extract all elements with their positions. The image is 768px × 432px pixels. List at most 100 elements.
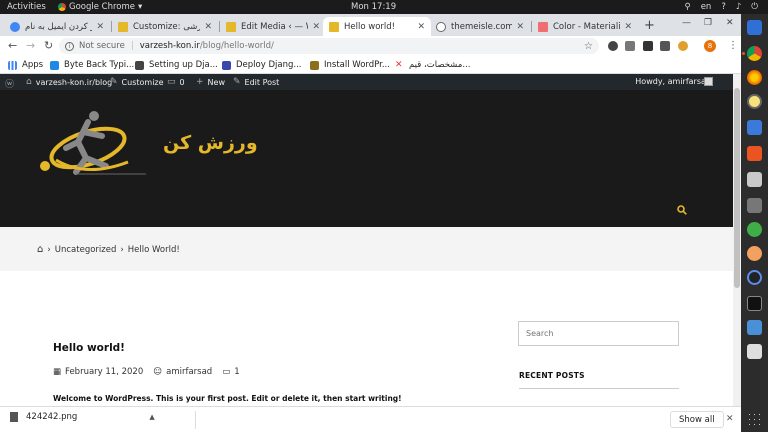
cloud-icon[interactable]: [625, 41, 635, 51]
calendar-icon[interactable]: [747, 172, 762, 187]
thunderbird-icon[interactable]: [747, 20, 762, 35]
sidebar-search-input[interactable]: [518, 321, 679, 346]
pencil-icon: ✎: [233, 77, 241, 87]
bookmark-label: Setting up Dja...: [149, 60, 218, 70]
breadcrumb-current: Hello World!: [127, 244, 180, 255]
tab-title: Color - Materialize: [553, 21, 621, 32]
divider: [519, 388, 679, 389]
document-icon[interactable]: [747, 120, 762, 135]
new-tab-button[interactable]: +: [644, 18, 655, 33]
forward-button[interactable]: →: [26, 39, 35, 52]
site-logo-runner[interactable]: [36, 108, 148, 180]
url-host: varzesh-kon.ir: [139, 41, 200, 51]
page-scrollbar[interactable]: [733, 74, 741, 406]
system-tray[interactable]: ⚲ en ? ♪ ⏻: [684, 2, 758, 12]
firefox-icon[interactable]: [747, 70, 762, 85]
extension-icon[interactable]: [643, 41, 653, 51]
tab-5[interactable]: Color - Materialize ✕: [532, 17, 638, 36]
bookmark-label: Apps: [22, 60, 44, 70]
breadcrumb-category[interactable]: Uncategorized: [55, 245, 117, 255]
app-icon[interactable]: [747, 222, 762, 237]
close-icon[interactable]: ✕: [624, 22, 632, 32]
plus-icon: +: [196, 77, 204, 87]
admin-site-link[interactable]: ⌂ varzesh-kon.ir/blog: [26, 77, 112, 87]
close-icon[interactable]: ✕: [204, 22, 212, 32]
clock[interactable]: Mon 17:19: [351, 2, 396, 12]
tab-1[interactable]: Customize: ورزشی ✕: [112, 17, 218, 36]
software-center-icon[interactable]: [747, 146, 762, 161]
bookmark-favicon-icon: [50, 60, 59, 70]
bookmark-install-wordpress[interactable]: Install WordPr...: [310, 58, 390, 72]
help-icon: ?: [721, 2, 726, 12]
avatar[interactable]: [704, 77, 713, 86]
wordpress-logo-icon[interactable]: ⓦ: [5, 77, 14, 90]
speaker-icon[interactable]: [747, 94, 762, 109]
admin-new-link[interactable]: + New: [196, 77, 225, 87]
admin-comments-link[interactable]: ▭ 0: [167, 77, 185, 87]
post-author[interactable]: amirfarsad: [166, 367, 212, 377]
address-bar[interactable]: i Not secure | varzesh-kon.ir /blog/hell…: [59, 38, 599, 54]
reload-button[interactable]: ↻: [44, 39, 53, 52]
home-icon[interactable]: ⌂: [37, 244, 43, 255]
post-comments-count[interactable]: 1: [234, 367, 239, 377]
extension-icon[interactable]: [608, 41, 618, 51]
tab-title: باز کردن ایمیل به نام: [25, 21, 93, 32]
app-icon[interactable]: [747, 270, 762, 285]
admin-customize-link[interactable]: ✎ Customize: [110, 77, 164, 87]
home-icon: ⌂: [26, 77, 32, 87]
tab-4[interactable]: themeisle.com ✕: [430, 17, 530, 36]
user-icon: ☺: [153, 367, 163, 377]
shield-icon[interactable]: [660, 41, 670, 51]
terminal-icon[interactable]: [747, 296, 762, 311]
download-item[interactable]: 424242.png ▲: [10, 412, 155, 422]
chevron-up-icon[interactable]: ▲: [149, 413, 154, 421]
site-title[interactable]: ورزش کن: [163, 132, 258, 154]
post-date[interactable]: February 11, 2020: [65, 367, 143, 377]
close-icon[interactable]: ✕: [516, 22, 524, 32]
search-icon[interactable]: [677, 205, 687, 215]
info-icon[interactable]: i: [65, 41, 74, 51]
screenshot-icon[interactable]: [747, 320, 762, 335]
bookmark-apps[interactable]: Apps: [8, 58, 43, 72]
menu-icon[interactable]: ⋮: [728, 40, 738, 51]
bookmark-setting-up-django[interactable]: Setting up Dja...: [135, 58, 218, 72]
ubuntu-dock: [741, 14, 768, 432]
bookmark-label: Byte Back Typi...: [64, 60, 135, 70]
close-icon[interactable]: ✕: [726, 414, 734, 424]
site-header: ورزش کن: [0, 90, 733, 227]
tab-0[interactable]: باز کردن ایمیل به نام ✕: [4, 17, 110, 36]
close-icon[interactable]: ✕: [312, 22, 320, 32]
close-window-button[interactable]: ✕: [726, 18, 734, 28]
editor-icon[interactable]: [747, 344, 762, 359]
tab-3-active[interactable]: Hello world! ✕: [323, 17, 431, 36]
language-indicator[interactable]: en: [701, 2, 712, 12]
scrollbar-thumb[interactable]: [734, 88, 740, 288]
bookmark-deploy-django[interactable]: Deploy Djang...: [222, 58, 301, 72]
show-all-button[interactable]: Show all: [670, 411, 724, 428]
fox-icon[interactable]: [678, 41, 688, 51]
bookmark-byte-back[interactable]: Byte Back Typi...: [50, 58, 134, 72]
bookmark-favicon-icon: ✕: [395, 59, 403, 70]
app-icon[interactable]: [747, 246, 762, 261]
chrome-icon[interactable]: [742, 46, 762, 61]
divider: |: [130, 41, 134, 51]
profile-avatar[interactable]: 8: [704, 40, 716, 52]
post-title[interactable]: Hello world!: [53, 342, 125, 354]
app-menu[interactable]: Google Chrome ▾: [58, 2, 142, 12]
admin-comments-count: 0: [179, 77, 185, 87]
settings-icon[interactable]: [747, 198, 762, 213]
admin-edit-post-link[interactable]: ✎ Edit Post: [233, 77, 279, 87]
restore-button[interactable]: ❐: [704, 18, 712, 28]
close-icon[interactable]: ✕: [417, 22, 425, 32]
back-button[interactable]: ←: [8, 39, 17, 52]
downloads-bar: 424242.png ▲ Show all ✕: [0, 406, 741, 432]
tab-2[interactable]: Edit Media ‹ — Wo ✕: [220, 17, 326, 36]
chevron-right-icon: ›: [47, 244, 51, 255]
minimize-button[interactable]: —: [682, 18, 691, 28]
admin-howdy[interactable]: Howdy, amirfarsad: [635, 77, 711, 86]
bookmark-star-icon[interactable]: ☆: [584, 41, 593, 52]
bookmark-specs[interactable]: ✕ مشخصات، قیم...: [395, 58, 470, 72]
activities-button[interactable]: Activities: [7, 2, 46, 12]
show-apps-icon[interactable]: [747, 412, 762, 427]
close-icon[interactable]: ✕: [96, 22, 104, 32]
